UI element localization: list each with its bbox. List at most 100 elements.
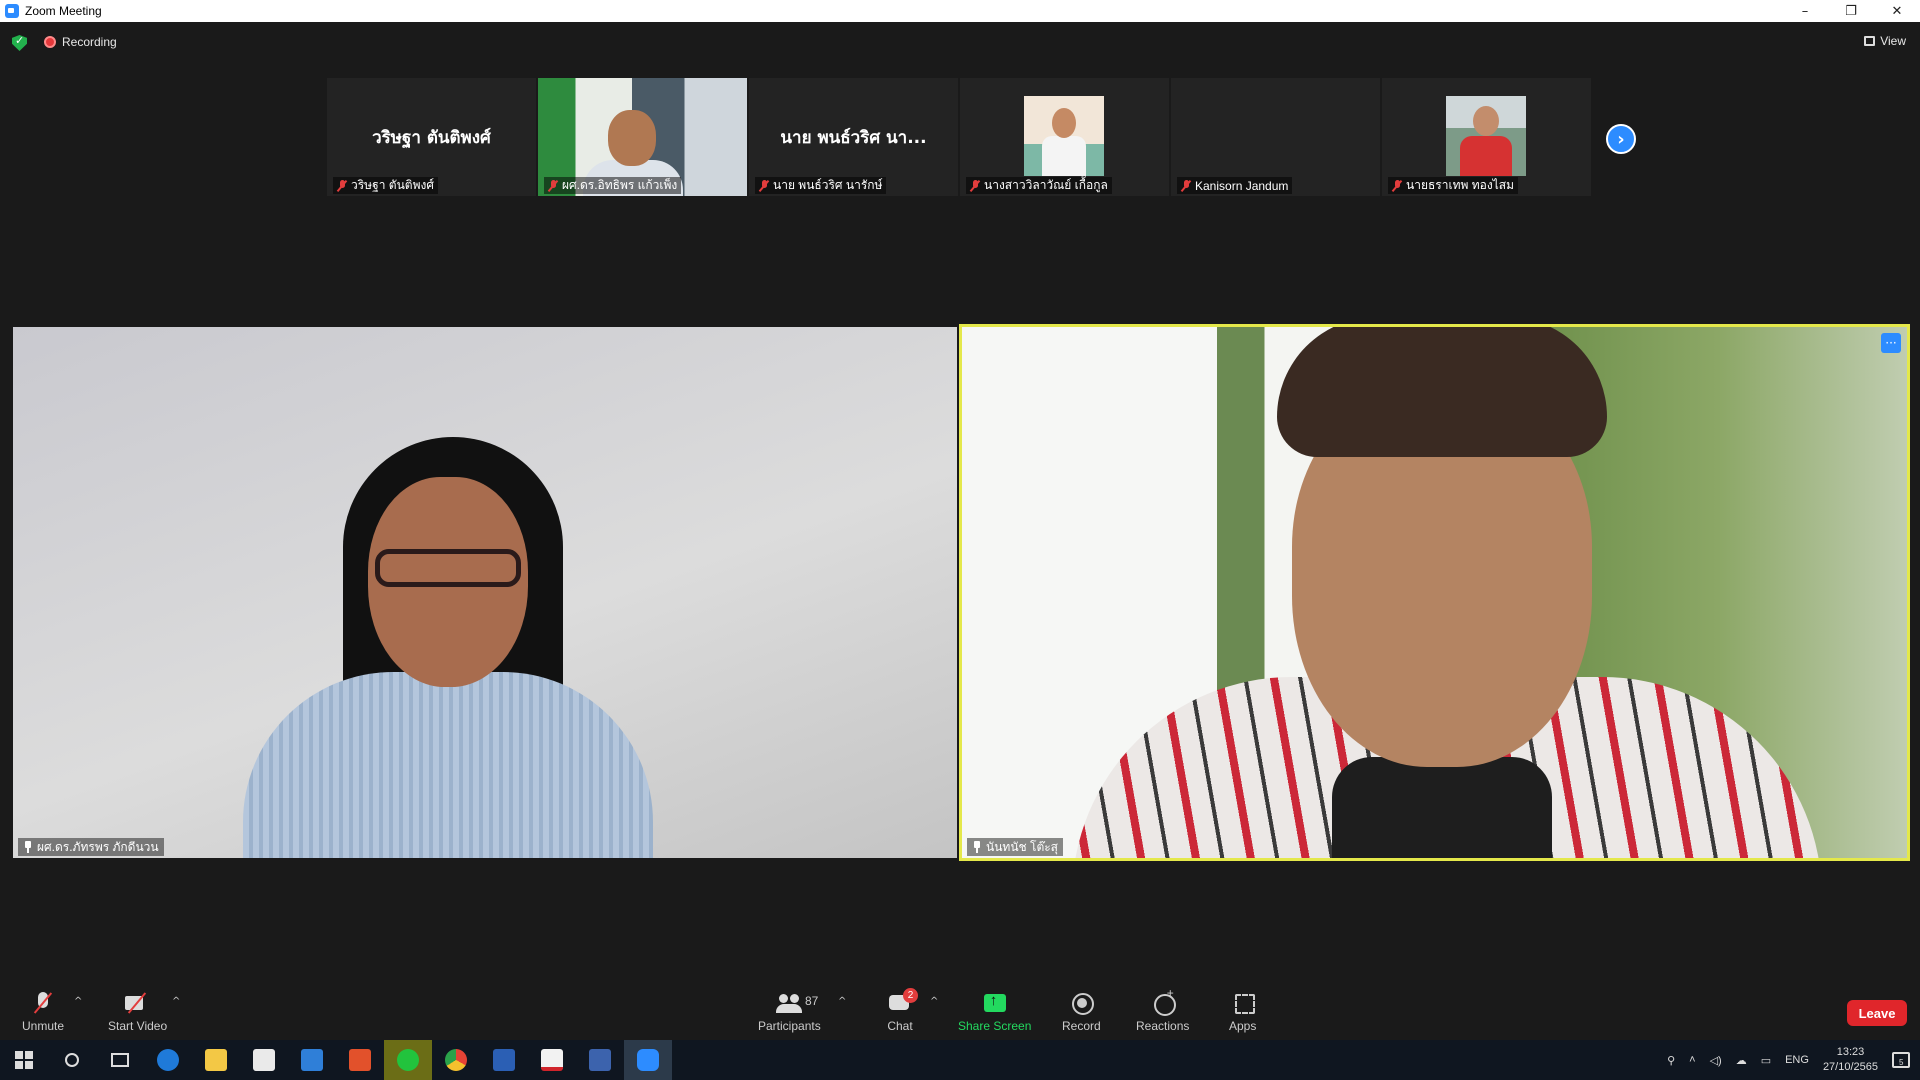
window-controls: – ❐ ✕ [1782,0,1920,22]
more-options-button[interactable]: ··· [1881,333,1901,353]
participant-thumbnail[interactable]: นาย พนธ์วริศ นา... นาย พนธ์วริศ นารักษ์ [749,78,958,196]
apps-label: Apps [1229,1019,1257,1033]
share-screen-icon [982,992,1008,1014]
tray-overflow-chevron-icon[interactable]: ˄ [1689,1054,1695,1066]
participant-thumbnail[interactable]: วริษฐา ตันติพงศ์ วริษฐา ตันติพงศ์ [327,78,536,196]
apps-icon [1230,992,1256,1014]
mic-muted-icon [970,179,980,192]
network-icon[interactable]: ▭ [1761,1054,1771,1067]
task-view-button[interactable] [96,1040,144,1080]
zoom-app-icon [5,4,19,18]
view-label: View [1880,34,1906,48]
video-tile-right-active-speaker[interactable]: ··· นันทนัช โต๊ะสุ [959,324,1910,861]
video-options-caret-icon[interactable]: ^ [172,996,180,1007]
recording-indicator[interactable]: Recording [44,35,117,49]
mic-muted-icon [548,179,558,192]
taskbar-mail[interactable] [288,1040,336,1080]
taskbar-edge[interactable] [144,1040,192,1080]
notification-center-icon[interactable]: 5 [1892,1052,1910,1068]
document-icon [589,1049,611,1071]
clock[interactable]: 13:23 27/10/2565 [1823,1045,1878,1075]
participant-display-name: นาย พนธ์วริศ นา... [780,128,927,148]
windows-taskbar [0,1040,1920,1080]
pdf-icon [541,1049,563,1071]
taskbar-chrome[interactable] [432,1040,480,1080]
microphone-muted-icon [30,992,56,1014]
taskbar-file-explorer[interactable] [192,1040,240,1080]
participant-thumbnail[interactable]: นายธราเทพ ทองไสม [1382,78,1591,196]
video-tile-left[interactable]: ผศ.ดร.ภัทรพร ภักดีนวน [13,327,957,858]
word-icon [493,1049,515,1071]
language-indicator[interactable]: ENG [1785,1054,1809,1066]
chat-caret-icon[interactable]: ^ [930,996,938,1007]
taskbar-office[interactable] [336,1040,384,1080]
restore-button[interactable]: ❐ [1828,0,1874,22]
unmute-button[interactable]: Unmute [22,992,64,1033]
participants-icon [776,992,803,1014]
participant-label: วริษฐา ตันติพงศ์ [333,177,438,194]
notification-count: 5 [1899,1058,1904,1067]
mail-icon [301,1049,323,1071]
camera-off-icon [124,992,151,1014]
next-page-chevron-icon[interactable]: › [1606,124,1636,154]
participant-thumbnail[interactable]: นางสาววิลาวัณย์ เกื้อกูล [960,78,1169,196]
chat-button[interactable]: 2 Chat [887,988,918,1033]
share-screen-button[interactable]: Share Screen [958,992,1031,1033]
mic-muted-icon [337,179,347,192]
start-video-button[interactable]: Start Video [108,992,167,1033]
store-icon [253,1049,275,1071]
unmute-label: Unmute [22,1019,65,1033]
task-view-icon [111,1053,129,1067]
start-button[interactable] [0,1040,48,1080]
taskbar-zoom[interactable] [624,1040,672,1080]
start-video-label: Start Video [108,1019,168,1033]
mic-muted-icon [1392,179,1402,192]
onedrive-icon[interactable]: ☁ [1736,1054,1747,1067]
chat-label: Chat [887,1019,913,1033]
minimize-button[interactable]: – [1782,0,1828,22]
audio-options-caret-icon[interactable]: ^ [74,996,82,1007]
meeting-toolbar: Unmute ^ Start Video ^ Participants 87 ^… [0,984,1920,1040]
share-screen-label: Share Screen [958,1019,1032,1033]
participant-name: ผศ.ดร.อิทธิพร แก้วเพ็ง [562,178,678,192]
record-label: Record [1062,1019,1101,1033]
chat-unread-badge: 2 [903,988,918,1003]
taskbar-document-app[interactable] [576,1040,624,1080]
profile-photo [1024,96,1104,176]
taskbar-line[interactable] [384,1040,432,1080]
glasses [375,549,521,587]
video-name-label: นันทนัช โต๊ะสุ [967,838,1064,856]
gallery-strip: วริษฐา ตันติพงศ์ วริษฐา ตันติพงศ์ ผศ.ดร.… [327,78,1591,196]
meeting-topbar: Recording View [0,22,1920,62]
window-titlebar: Zoom Meeting – ❐ ✕ [0,0,1920,22]
participant-name: นาย พนธ์วริศ นารักษ์ [773,178,883,192]
volume-icon[interactable]: ◁) [1710,1054,1722,1067]
participants-caret-icon[interactable]: ^ [838,996,846,1007]
view-button[interactable]: View [1864,34,1906,48]
office-icon [349,1049,371,1071]
apps-button[interactable]: Apps [1229,992,1256,1033]
participant-thumbnail[interactable]: ผศ.ดร.อิทธิพร แก้วเพ็ง [538,78,747,196]
people-icon[interactable]: ⚲ [1667,1054,1675,1067]
mic-muted-icon [1181,179,1191,192]
window-title: Zoom Meeting [25,4,102,18]
taskbar-store[interactable] [240,1040,288,1080]
search-button[interactable] [48,1040,96,1080]
reactions-button[interactable]: Reactions [1136,986,1190,1033]
close-button[interactable]: ✕ [1874,0,1920,22]
reactions-icon [1150,986,1176,1016]
record-button[interactable]: Record [1062,992,1101,1033]
record-icon [1068,992,1095,1015]
security-shield-icon[interactable] [12,35,27,51]
reactions-label: Reactions [1136,1019,1190,1033]
participants-count: 87 [805,994,819,1008]
participant-thumbnail[interactable]: Kanisorn Jandum [1171,78,1380,196]
taskbar-acrobat[interactable] [528,1040,576,1080]
chrome-icon [445,1049,467,1071]
grid-view-icon [1864,36,1876,46]
taskbar-word[interactable] [480,1040,528,1080]
leave-button[interactable]: Leave [1847,1000,1907,1026]
participant-name: นันทนัช โต๊ะสุ [986,839,1059,854]
zoom-icon [637,1049,659,1071]
participant-label: Kanisorn Jandum [1177,177,1293,194]
